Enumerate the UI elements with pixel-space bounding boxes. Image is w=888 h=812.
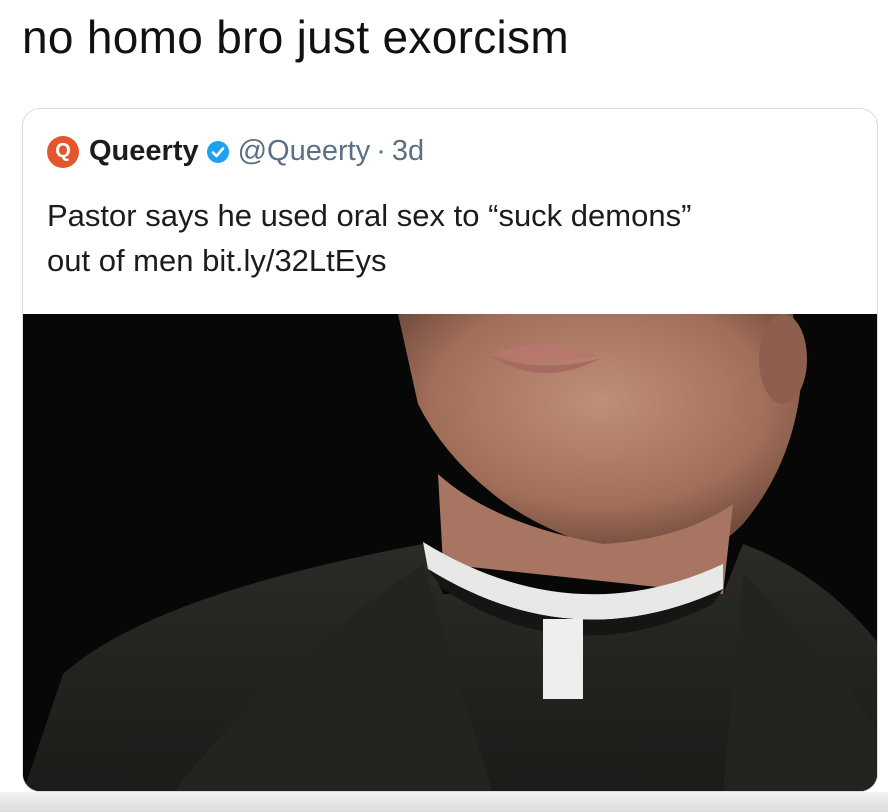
separator-dot: · bbox=[376, 135, 386, 167]
user-handle[interactable]: @Queerty bbox=[238, 135, 371, 168]
quoted-tweet-card[interactable]: Q Queerty @Queerty · 3d Pastor says he u… bbox=[22, 108, 878, 792]
queerty-logo-icon[interactable]: Q bbox=[47, 135, 79, 168]
tweet-text: Pastor says he used oral sex to “suck de… bbox=[47, 193, 847, 283]
verified-badge-icon bbox=[206, 140, 230, 164]
image-bottom-edge bbox=[0, 792, 888, 812]
tweet-text-line: Pastor says he used oral sex to “suck de… bbox=[47, 198, 692, 233]
post-caption: no homo bro just exorcism bbox=[22, 11, 569, 63]
tweet-timestamp[interactable]: 3d bbox=[392, 135, 424, 168]
priest-photo-illustration bbox=[23, 314, 877, 791]
tweet-text-line: out of men bit.ly/32LtEys bbox=[47, 243, 387, 278]
tweet-header: Q Queerty @Queerty · 3d bbox=[47, 135, 424, 168]
tweet-image[interactable] bbox=[23, 314, 877, 791]
display-name[interactable]: Queerty bbox=[89, 135, 199, 168]
